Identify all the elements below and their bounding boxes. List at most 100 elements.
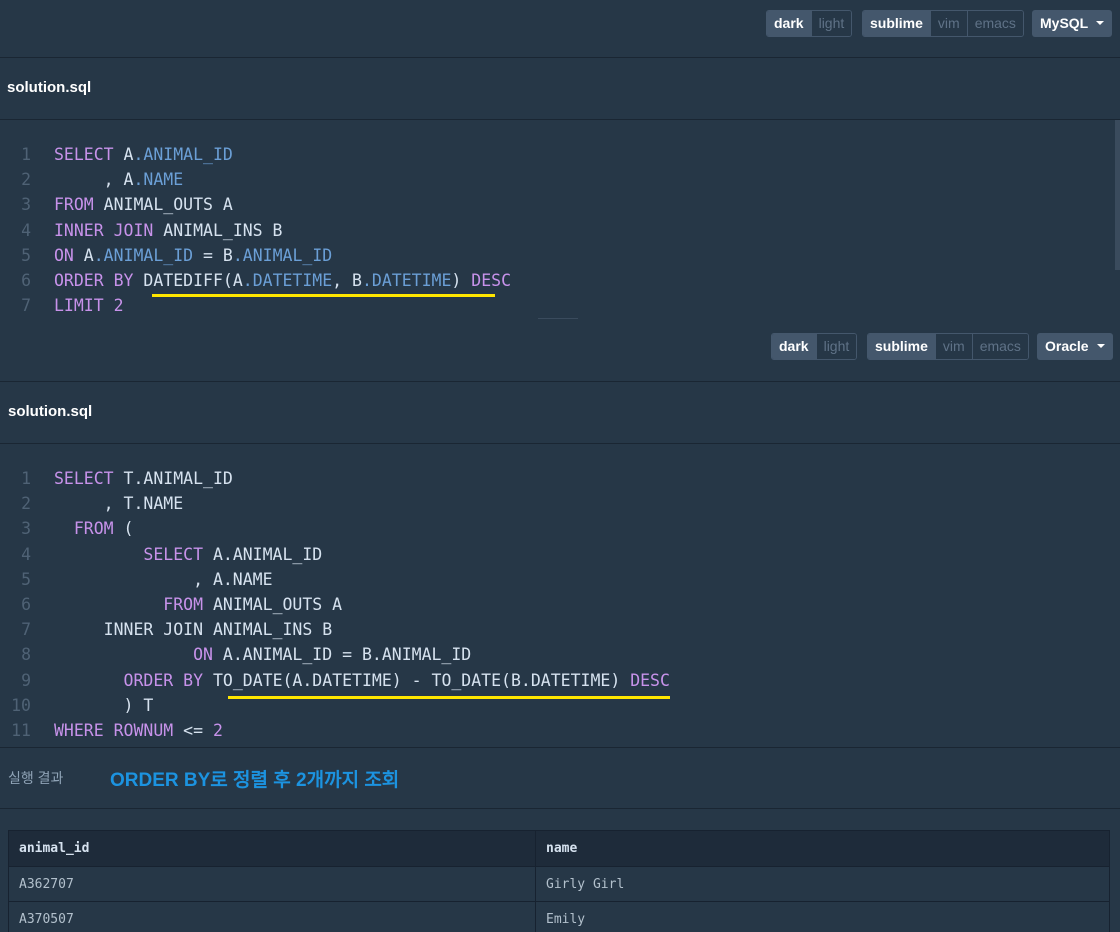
keymap-emacs-button[interactable]: emacs (971, 334, 1028, 359)
code-text: WHERE ROWNUM <= 2 (54, 718, 223, 743)
code-token: .DATETIME (361, 271, 452, 290)
dialect-label: Oracle (1045, 338, 1089, 354)
line-number: 3 (21, 519, 31, 539)
column-header-name: name (546, 841, 578, 856)
code-token: ON (193, 645, 213, 665)
code-token: , A (54, 170, 134, 190)
code-token: INNER JOIN ANIMAL_INS B (54, 620, 333, 640)
code-editor-mysql[interactable]: 1 SELECT A.ANIMAL_ID 2 , A.NAME 3 FROM ANIMA… (0, 120, 1120, 320)
column-header-animal-id: animal_id (9, 831, 536, 866)
line-number: 4 (21, 220, 31, 240)
dialect-dropdown-mysql[interactable]: MySQL (1032, 10, 1113, 37)
code-token: .NAME (133, 170, 184, 190)
result-header: 실행 결과 ORDER BY로 정렬 후 2개까지 조회 (0, 747, 1120, 809)
keymap-sublime-button[interactable]: sublime (868, 334, 935, 359)
theme-dark-button[interactable]: dark (772, 334, 816, 359)
line-number: 11 (11, 721, 31, 740)
table-cell: A370507 (9, 902, 536, 932)
keymap-toggle: sublime vim emacs (867, 333, 1029, 360)
code-token: SELECT (143, 544, 204, 564)
line-number: 5 (21, 245, 31, 265)
caret-down-icon (1096, 21, 1105, 26)
code-token: , A.NAME (54, 569, 273, 589)
line-number: 9 (21, 670, 31, 690)
keymap-vim-button[interactable]: vim (934, 334, 972, 359)
result-table: animal_id name A362707 Girly Girl A37050… (8, 830, 1110, 932)
table-row: A370507 Emily (9, 902, 1109, 932)
keymap-toggle: sublime vim emacs (862, 10, 1024, 37)
code-text: ON A.ANIMAL_ID = B.ANIMAL_ID (54, 243, 332, 268)
code-token: SELECT (54, 469, 114, 488)
keymap-sublime-button[interactable]: sublime (863, 11, 930, 36)
code-token: .ANIMAL_ID (93, 245, 194, 265)
code-token: ORDER BY (123, 670, 204, 690)
code-text: FROM ANIMAL_OUTS A (54, 192, 233, 217)
highlight-underline (228, 696, 670, 699)
code-token: DATEDIFF(A (133, 271, 243, 290)
code-token: FROM (54, 195, 94, 215)
line-number: 2 (21, 170, 31, 190)
code-text: SELECT A.ANIMAL_ID (54, 542, 322, 567)
code-editor-oracle[interactable]: 1 SELECT T.ANIMAL_ID 2 , T.NAME 3 FROM (4 S… (0, 444, 1120, 746)
code-token: .DATETIME (242, 271, 333, 290)
editor-toolbar-oracle: dark light sublime vim emacs Oracle (0, 321, 1120, 382)
editor-toolbar-mysql: dark light sublime vim emacs MySQL (0, 0, 1120, 58)
file-header: solution.sql (0, 58, 1120, 120)
dialect-dropdown-oracle[interactable]: Oracle (1037, 333, 1113, 360)
keymap-emacs-button[interactable]: emacs (966, 11, 1023, 36)
line-number: 1 (21, 469, 31, 488)
result-label: 실행 결과 (8, 770, 64, 786)
editor-scrollbar[interactable] (1115, 120, 1120, 270)
code-token: ) T (54, 695, 154, 715)
code-text: INNER JOIN ANIMAL_INS B (54, 617, 333, 642)
code-token: ANIMAL_OUTS A (203, 595, 343, 614)
code-token: A (73, 245, 94, 265)
code-token: ANIMAL_OUTS A (93, 195, 233, 215)
code-token: WHERE ROWNUM (54, 721, 174, 740)
file-name: solution.sql (7, 79, 92, 96)
code-token: ANIMAL_INS B (153, 220, 283, 240)
line-number: 6 (21, 271, 31, 290)
code-token: 2 (113, 296, 124, 316)
code-text: ORDER BY TO_DATE(A.DATETIME) - TO_DATE(B… (54, 668, 670, 693)
code-token: ( (113, 519, 134, 539)
file-name: solution.sql (8, 403, 93, 420)
code-text: FROM ( (54, 516, 134, 541)
code-token: LIMIT (54, 296, 104, 316)
code-text: SELECT A.ANIMAL_ID (54, 142, 233, 167)
code-token: A (113, 145, 134, 164)
code-token: DESC (471, 271, 512, 290)
code-token: , B (332, 271, 362, 290)
table-row: A362707 Girly Girl (9, 867, 1109, 902)
panel-divider (538, 318, 578, 319)
code-token: = B (193, 245, 233, 265)
table-cell: Emily (546, 912, 586, 927)
code-text: ON A.ANIMAL_ID = B.ANIMAL_ID (54, 642, 471, 667)
code-text: , A.NAME (54, 167, 184, 192)
line-number: 6 (21, 595, 31, 614)
code-text: LIMIT 2 (54, 293, 124, 318)
code-token: A.ANIMAL_ID (203, 544, 323, 564)
code-text: INNER JOIN ANIMAL_INS B (54, 218, 282, 243)
code-token: ) (451, 271, 472, 290)
code-text: , T.NAME (54, 491, 183, 516)
table-cell: Girly Girl (546, 877, 625, 892)
theme-dark-button[interactable]: dark (767, 11, 811, 36)
code-token: A.ANIMAL_ID = B.ANIMAL_ID (212, 645, 472, 665)
code-token: INNER JOIN (54, 220, 154, 240)
code-token: .ANIMAL_ID (133, 145, 233, 164)
keymap-vim-button[interactable]: vim (929, 11, 967, 36)
line-number: 1 (21, 145, 31, 164)
code-token: T.ANIMAL_ID (113, 469, 233, 488)
code-token: , T.NAME (54, 494, 184, 514)
highlight-underline (152, 294, 495, 297)
line-number: 10 (11, 695, 31, 715)
code-token: FROM (163, 595, 204, 614)
code-token: ORDER BY (54, 271, 134, 290)
theme-light-button[interactable]: light (815, 334, 857, 359)
theme-light-button[interactable]: light (810, 11, 852, 36)
code-text: FROM ANIMAL_OUTS A (54, 592, 342, 617)
